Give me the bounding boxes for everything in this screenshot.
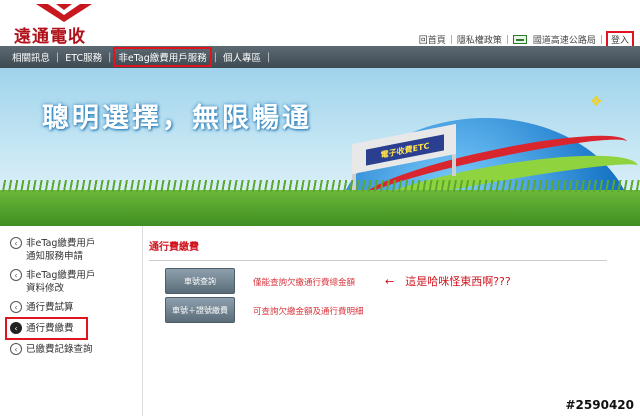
sidebar-item-label: 通行費繳費 — [26, 323, 74, 334]
annotation-note: ← 這是哈咪怪東西啊??? — [385, 275, 511, 288]
chevron-left-icon: ‹ — [10, 237, 22, 249]
logo-mark-icon — [36, 4, 92, 22]
nav-item-etc-service[interactable]: ETC服務 — [61, 50, 106, 64]
logo[interactable]: 遠通電收 — [8, 4, 138, 47]
divider: | — [505, 34, 509, 45]
sidebar-item-label: 已繳費記錄查詢 — [26, 344, 93, 355]
nav-item-news[interactable]: 相關訊息 — [8, 50, 54, 64]
sidebar-item-payment-history[interactable]: ‹ 已繳費記錄查詢 — [0, 340, 142, 359]
chevron-left-icon: ‹ — [10, 343, 22, 355]
plate-id-pay-description: 可查詢欠繳金額及通行費明細 — [253, 307, 364, 317]
page-title: 通行費繳費 — [149, 242, 199, 253]
divider: | — [213, 51, 217, 63]
sidebar: ‹ 非eTag繳費用戶 通知服務申請 ‹ 非eTag繳費用戶 資料修改 ‹ 通行… — [0, 226, 143, 416]
sidebar-item-toll-calculator[interactable]: ‹ 通行費試算 — [0, 298, 142, 317]
grass-image — [0, 180, 640, 226]
divider: | — [599, 34, 603, 45]
hero-banner: 電子收費ETC ❖ 聰明選擇，無限暢通 — [0, 68, 640, 226]
divider — [149, 260, 607, 261]
sidebar-item-label: 非eTag繳費用戶 資料修改 — [26, 270, 96, 294]
plate-query-description: 僅能查詢欠繳通行費總金額 — [253, 278, 356, 288]
main-content: 通行費繳費 車號查詢 僅能查詢欠繳通行費總金額 車號＋證號繳費 可查詢欠繳金額及… — [143, 226, 640, 416]
divider: | — [108, 51, 112, 63]
plate-query-button[interactable]: 車號查詢 — [165, 268, 235, 294]
divider: | — [266, 51, 271, 63]
banner-slogan: 聰明選擇，無限暢通 — [42, 103, 312, 134]
sidebar-item-data-edit[interactable]: ‹ 非eTag繳費用戶 資料修改 — [0, 266, 142, 298]
butterfly-icon: ❖ — [590, 94, 603, 110]
chevron-left-icon: ‹ — [10, 269, 22, 281]
sidebar-item-toll-payment[interactable]: ‹ 通行費繳費 — [5, 317, 88, 340]
chevron-left-icon: ‹ — [10, 322, 22, 334]
privacy-link[interactable]: 隱私權政策 — [454, 33, 505, 46]
freeway-bureau-link[interactable]: 國道高速公路局 — [530, 33, 599, 46]
main-nav: 相關訊息 | ETC服務 | 非eTag繳費用戶服務 | 個人專區 | — [0, 46, 640, 68]
sidebar-item-label: 非eTag繳費用戶 通知服務申請 — [26, 238, 96, 262]
nav-item-non-etag-service[interactable]: 非eTag繳費用戶服務 — [113, 47, 212, 67]
freeway-flag-icon — [512, 35, 527, 44]
plate-id-pay-button[interactable]: 車號＋證號繳費 — [165, 297, 235, 323]
nav-item-personal[interactable]: 個人專區 — [219, 50, 265, 64]
home-link[interactable]: 回首頁 — [416, 33, 449, 46]
divider: | — [56, 51, 60, 63]
sidebar-item-label: 通行費試算 — [26, 302, 74, 313]
logo-text: 遠通電收 — [14, 27, 86, 47]
sidebar-item-notification-apply[interactable]: ‹ 非eTag繳費用戶 通知服務申請 — [0, 234, 142, 266]
chevron-left-icon: ‹ — [10, 301, 22, 313]
top-header: 遠通電收 回首頁 | 隱私權政策 | 國道高速公路局 | 登入 — [0, 0, 640, 48]
watermark: #2590420 — [565, 398, 634, 412]
